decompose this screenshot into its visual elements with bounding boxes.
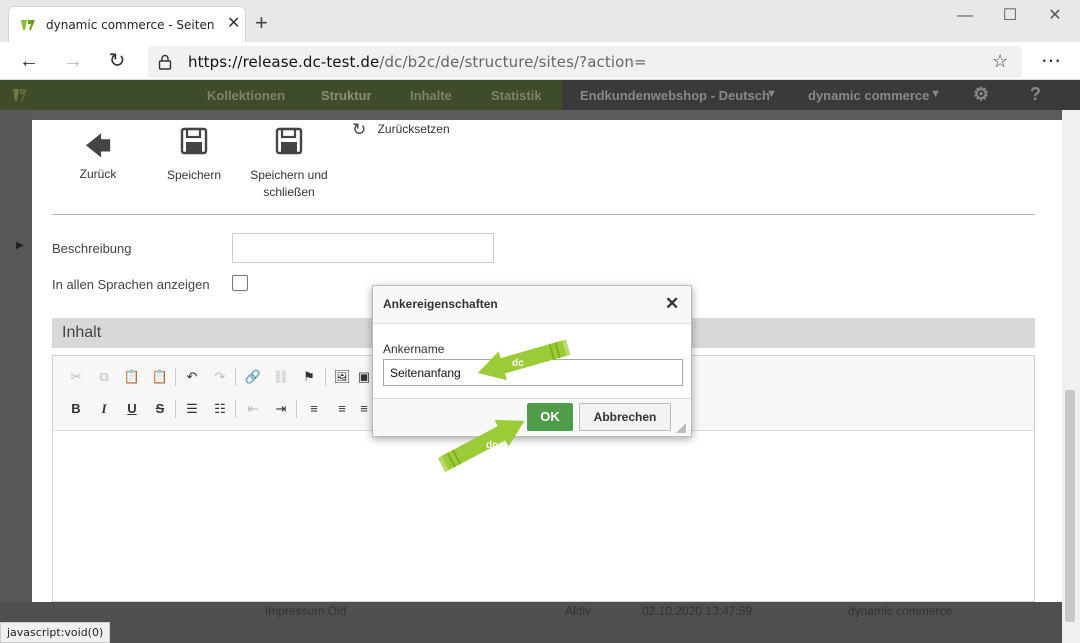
- numbered-list-icon[interactable]: ☰: [181, 398, 203, 420]
- dialog-close-icon[interactable]: ✕: [665, 295, 679, 313]
- nav-statistik[interactable]: Statistik: [491, 88, 542, 103]
- bullet-list-icon[interactable]: ☷: [209, 398, 231, 420]
- url-text: https://release.dc-test.de/dc/b2c/de/str…: [188, 53, 647, 71]
- scrollbar-thumb[interactable]: [1065, 390, 1075, 622]
- toolbar-separator: [235, 368, 236, 386]
- svg-text:dc: dc: [512, 358, 524, 369]
- gear-icon[interactable]: ⚙: [973, 84, 989, 105]
- align-right-icon[interactable]: ≡: [357, 398, 371, 420]
- refresh-icon[interactable]: ↻: [104, 49, 130, 75]
- nav-inhalte[interactable]: Inhalte: [410, 88, 452, 103]
- rotate-icon: ↻: [352, 120, 367, 139]
- toolbar-separator: [325, 368, 326, 386]
- back-button[interactable]: 🡄 Zurück: [68, 120, 128, 183]
- inhalt-title: Inhalt: [62, 324, 102, 341]
- pointer-arrow-to-input: dc: [477, 339, 571, 381]
- sidebar-dimmed: ▶: [0, 110, 32, 602]
- dialog-title: Ankereigenschaften: [383, 297, 498, 311]
- help-icon[interactable]: ?: [1030, 84, 1041, 105]
- more-menu-icon[interactable]: ⋯: [1038, 49, 1064, 75]
- chevron-down-icon: ▼: [766, 88, 777, 100]
- beschreibung-input[interactable]: [232, 233, 494, 263]
- bg-row-name: Impressum Old: [265, 604, 347, 618]
- all-languages-checkbox[interactable]: [232, 275, 248, 291]
- reset-label: Zurücksetzen: [377, 122, 450, 136]
- url-path: /dc/b2c/de/structure/sites/?action=: [379, 53, 647, 71]
- expand-arrow-icon[interactable]: ▶: [16, 240, 24, 251]
- maximize-icon[interactable]: ☐: [995, 6, 1025, 26]
- back-arrow-icon[interactable]: ←: [16, 49, 42, 75]
- bg-row-owner: dynamic commerce: [848, 604, 953, 618]
- dc-brand-logo: [13, 89, 27, 101]
- window-close-icon[interactable]: ✕: [1040, 6, 1070, 26]
- shop-select[interactable]: Endkundenwebshop - Deutsch: [580, 88, 770, 103]
- redo-icon[interactable]: ↷: [209, 366, 231, 388]
- bold-icon[interactable]: B: [65, 398, 87, 420]
- beschreibung-label: Beschreibung: [52, 241, 132, 256]
- italic-icon[interactable]: I: [93, 398, 115, 420]
- url-domain: https://release.dc-test.de: [188, 53, 380, 71]
- tab-title: dynamic commerce - Seiten: [46, 18, 215, 32]
- bg-row-status: Aktiv: [565, 604, 592, 618]
- floppy-disk-icon: [275, 127, 303, 155]
- minimize-icon[interactable]: —: [950, 6, 980, 26]
- resize-grip-icon[interactable]: [676, 423, 686, 433]
- unlink-icon[interactable]: ⛓: [270, 366, 292, 388]
- favorite-star-icon[interactable]: ☆: [992, 51, 1008, 72]
- all-languages-label: In allen Sprachen anzeigen: [52, 277, 210, 292]
- browser-tab[interactable]: dynamic commerce - Seiten ✕: [8, 6, 246, 42]
- nav-right-area: Endkundenwebshop - Deutsch ▼ dynamic com…: [562, 80, 1080, 110]
- media-icon[interactable]: ▣: [357, 366, 371, 388]
- arrow-left-icon: 🡄: [84, 131, 112, 161]
- address-bar: https://release.dc-test.de/dc/b2c/de/str…: [0, 42, 1080, 80]
- back-label: Zurück: [79, 167, 117, 181]
- undo-icon[interactable]: ↶: [181, 366, 203, 388]
- save-close-label: Speichern und schließen: [250, 168, 328, 199]
- company-select[interactable]: dynamic commerce: [808, 88, 929, 103]
- forward-arrow-icon[interactable]: →: [60, 49, 86, 75]
- dc-logo-icon: [21, 20, 35, 30]
- outdent-icon[interactable]: ⇤: [242, 398, 264, 420]
- save-close-button[interactable]: Speichern und schließen: [242, 120, 336, 201]
- app-navigation: Kollektionen Struktur Inhalte Statistik …: [0, 80, 1080, 110]
- lock-icon: [158, 54, 172, 70]
- dialog-header: Ankereigenschaften ✕: [373, 286, 691, 324]
- chevron-down-icon: ▼: [930, 88, 941, 100]
- strikethrough-icon[interactable]: S: [149, 398, 171, 420]
- url-field[interactable]: https://release.dc-test.de/dc/b2c/de/str…: [148, 46, 1022, 78]
- anchor-name-label: Ankername: [383, 342, 445, 356]
- status-bar: javascript:void(0): [0, 622, 111, 643]
- toolbar-separator: [175, 400, 176, 418]
- cancel-button[interactable]: Abbrechen: [579, 403, 671, 431]
- floppy-disk-icon: [180, 127, 208, 155]
- nav-kollektionen[interactable]: Kollektionen: [207, 88, 285, 103]
- bg-row-date: 02.10.2020 13:47:59: [642, 604, 753, 618]
- link-icon[interactable]: 🔗: [242, 366, 264, 388]
- copy-icon[interactable]: ⧉: [93, 366, 115, 388]
- svg-text:dc: dc: [486, 440, 498, 451]
- pointer-arrow-to-ok: dc: [437, 419, 525, 473]
- align-left-icon[interactable]: ≡: [303, 398, 325, 420]
- toolbar-separator: [296, 400, 297, 418]
- new-tab-icon[interactable]: +: [255, 12, 268, 34]
- align-center-icon[interactable]: ≡: [331, 398, 353, 420]
- anchor-flag-icon[interactable]: ⚑: [298, 366, 320, 388]
- toolbar-separator: [235, 400, 236, 418]
- reset-button[interactable]: ↻ Zurücksetzen: [352, 120, 450, 140]
- browser-tab-bar: dynamic commerce - Seiten ✕ + — ☐ ✕: [0, 0, 1080, 42]
- paste-icon[interactable]: 📋: [121, 366, 143, 388]
- background-table-row: Impressum Old Aktiv 02.10.2020 13:47:59 …: [0, 602, 1062, 643]
- toolbar-separator: [175, 368, 176, 386]
- tab-close-icon[interactable]: ✕: [227, 15, 240, 33]
- nav-struktur[interactable]: Struktur: [321, 88, 372, 103]
- save-label: Speichern: [166, 168, 222, 182]
- paste-text-icon[interactable]: 📋: [149, 366, 171, 388]
- image-icon[interactable]: 🖼: [331, 366, 353, 388]
- underline-icon[interactable]: U: [121, 398, 143, 420]
- divider: [52, 214, 1035, 215]
- cut-icon[interactable]: ✂: [65, 366, 87, 388]
- indent-icon[interactable]: ⇥: [270, 398, 292, 420]
- save-button[interactable]: Speichern: [156, 120, 232, 184]
